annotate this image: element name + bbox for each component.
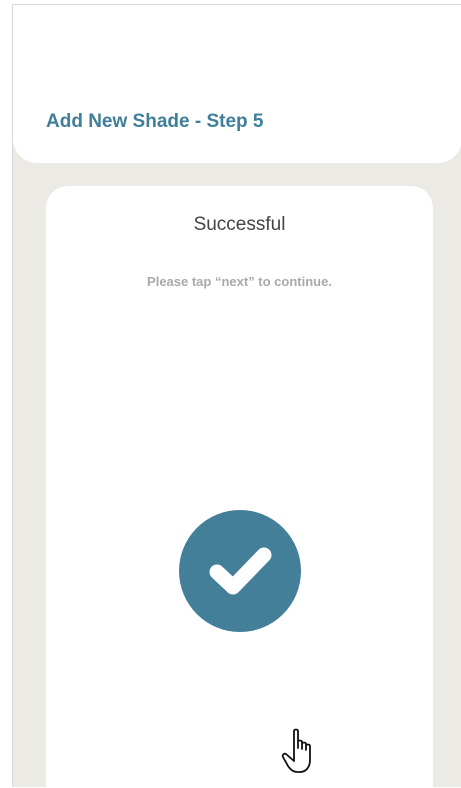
app-screen: Add New Shade - Step 5 Successful Please… [12,4,461,787]
checkmark-icon [209,547,272,595]
status-card: Successful Please tap “next” to continue… [46,186,433,787]
page-title: Add New Shade - Step 5 [46,111,264,132]
status-title: Successful [193,214,286,235]
hand-cursor-icon [281,728,311,773]
success-badge [179,510,301,632]
status-instruction: Please tap “next” to continue. [147,274,332,289]
header: Add New Shade - Step 5 [13,5,461,163]
